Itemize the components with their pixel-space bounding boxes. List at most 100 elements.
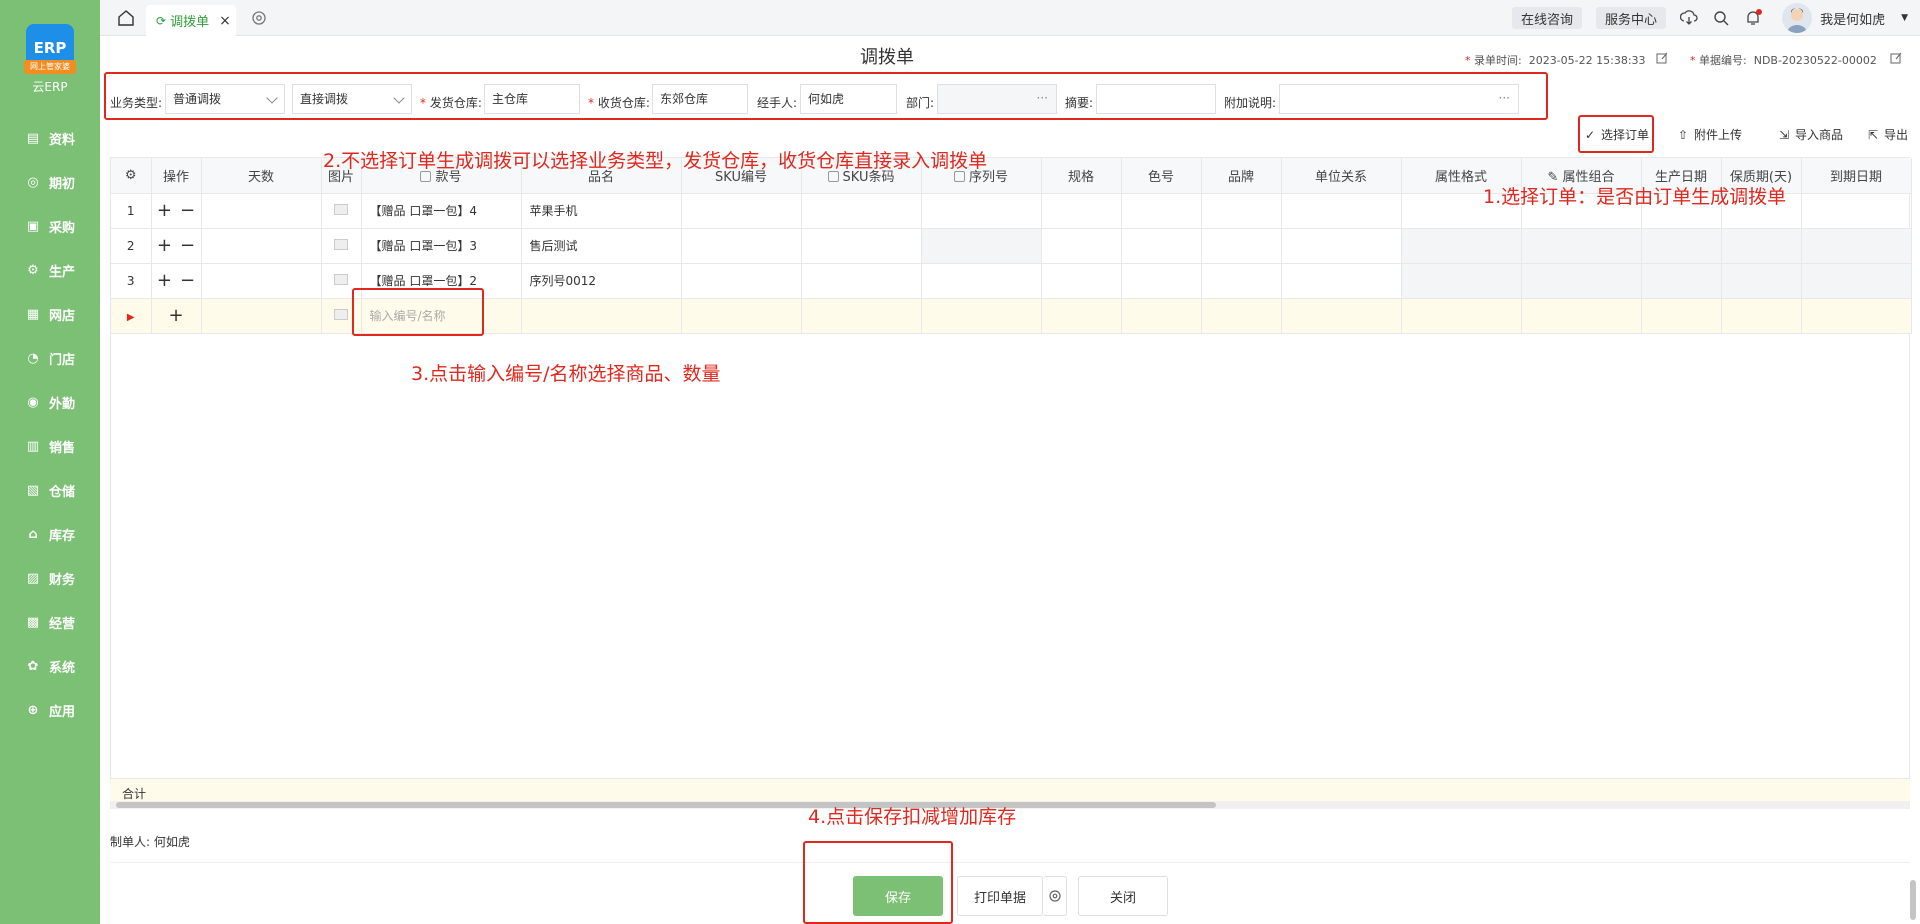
- service-center-button[interactable]: 服务中心: [1596, 7, 1667, 29]
- biz-type-select[interactable]: 普通调拨: [165, 84, 285, 114]
- remove-row-button[interactable]: −: [180, 270, 195, 291]
- dept-label: 部门:: [906, 96, 935, 110]
- dept-input[interactable]: ···: [937, 84, 1057, 114]
- tab-transfer-order[interactable]: ⟳ 调拨单 ×: [146, 5, 236, 36]
- image-placeholder-icon[interactable]: [334, 273, 348, 285]
- col-expiry: 到期日期: [1801, 158, 1912, 194]
- sidebar-item-field[interactable]: ◉ 外勤: [0, 380, 100, 424]
- save-button[interactable]: 保存: [853, 876, 943, 916]
- avatar[interactable]: [1782, 3, 1813, 33]
- summary-input[interactable]: [1096, 84, 1216, 114]
- search-icon[interactable]: [1712, 9, 1730, 27]
- warehouse-icon: ▧: [26, 482, 40, 498]
- form-row: 业务类型: 普通调拨 直接调拨 * 发货仓库: 主仓库 * 收货仓库: 东郊仓库…: [100, 84, 1900, 118]
- sidebar-item-operation[interactable]: ▩ 经营: [0, 600, 100, 644]
- gear-icon[interactable]: [250, 9, 268, 27]
- sidebar-item-warehouse[interactable]: ▧ 仓储: [0, 468, 100, 512]
- goods-search-input[interactable]: 输入编号/名称: [361, 298, 522, 334]
- operation-icon: ▩: [26, 614, 40, 630]
- vertical-scrollbar[interactable]: [1910, 880, 1916, 920]
- chevron-down-icon[interactable]: ▼: [1901, 13, 1908, 23]
- new-entry-row[interactable]: ▶ + 输入编号/名称: [111, 298, 1912, 334]
- summary-label: 摘要:: [1065, 96, 1094, 110]
- recv-warehouse-input[interactable]: 东郊仓库: [652, 84, 748, 114]
- cloud-download-icon[interactable]: [1680, 9, 1698, 27]
- app-name: 云ERP: [32, 80, 68, 94]
- field-icon: ◉: [27, 394, 39, 410]
- image-placeholder-icon[interactable]: [334, 308, 348, 320]
- biz-type-label: 业务类型:: [110, 96, 163, 110]
- current-row-indicator-icon: ▶: [126, 311, 135, 323]
- note-input[interactable]: ···: [1279, 84, 1519, 114]
- sidebar-item-purchase[interactable]: ▣ 采购: [0, 204, 100, 248]
- sidebar-item-sales[interactable]: ▥ 销售: [0, 424, 100, 468]
- import-icon: ⇲: [1778, 127, 1790, 142]
- annotation-4: 4.点击保存扣减增加库存: [808, 806, 1017, 828]
- sidebar-item-data[interactable]: ▤ 资料: [0, 116, 100, 160]
- upload-icon: ⇧: [1677, 127, 1689, 142]
- edit-icon[interactable]: [1890, 52, 1902, 64]
- top-bar: ⟳ 调拨单 × 在线咨询 服务中心 我是何如虎 ▼: [100, 0, 1920, 36]
- refresh-icon: ⟳: [156, 13, 167, 28]
- add-row-button[interactable]: +: [157, 270, 172, 291]
- store-icon: ▦: [26, 306, 40, 322]
- home-icon[interactable]: [116, 8, 136, 28]
- col-brand: 品牌: [1201, 158, 1282, 194]
- handler-label: 经手人:: [757, 96, 798, 110]
- annotation-1: 1.选择订单：是否由订单生成调拨单: [1483, 186, 1787, 208]
- sidebar-item-system[interactable]: ✿ 系统: [0, 644, 100, 688]
- chevron-down-icon: [266, 92, 278, 104]
- sidebar-item-apps[interactable]: ⊕ 应用: [0, 688, 100, 732]
- record-time: * 录单时间: 2023-05-22 15:38:33: [1465, 54, 1646, 67]
- table-row[interactable]: 2 + − 【赠品 口罩一包】3 售后测试: [111, 228, 1912, 264]
- column-settings-icon[interactable]: ⚙: [111, 158, 152, 194]
- print-button[interactable]: 打印单据: [957, 876, 1043, 916]
- finance-icon: ▨: [26, 570, 40, 586]
- pie-icon: ◔: [27, 350, 39, 366]
- chevron-down-icon: [393, 92, 405, 104]
- creator: 制单人: 何如虎: [110, 835, 190, 849]
- add-row-button[interactable]: +: [168, 305, 183, 326]
- attach-upload-button[interactable]: ⇧ 附件上传: [1676, 126, 1742, 143]
- gear-icon: ✿: [27, 658, 39, 674]
- export-button[interactable]: ⇱ 导出: [1866, 126, 1908, 143]
- edit-icon[interactable]: [1656, 52, 1668, 64]
- remove-row-button[interactable]: −: [180, 200, 195, 221]
- plus-icon: ⊕: [27, 702, 39, 718]
- import-goods-button[interactable]: ⇲ 导入商品: [1777, 126, 1843, 143]
- sidebar-item-online-store[interactable]: ▦ 网店: [0, 292, 100, 336]
- col-op: 操作: [151, 158, 202, 194]
- sum-row: 合计: [110, 778, 1910, 802]
- table-row[interactable]: 3 + − 【赠品 口罩一包】2 序列号0012: [111, 263, 1912, 299]
- sidebar-item-production[interactable]: ⚙ 生产: [0, 248, 100, 292]
- doc-number: * 单据编号: NDB-20230522-00002: [1690, 54, 1877, 67]
- ship-warehouse-input[interactable]: 主仓库: [484, 84, 580, 114]
- bottom-bar: 保存 打印单据 关闭: [110, 862, 1910, 924]
- page-title: 调拨单: [860, 47, 914, 68]
- print-settings-button[interactable]: [1043, 876, 1067, 916]
- sidebar-item-opening[interactable]: ◎ 期初: [0, 160, 100, 204]
- annotation-2: 2.不选择订单生成调拨可以选择业务类型，发货仓库，收货仓库直接录入调拨单: [323, 150, 988, 172]
- remove-row-button[interactable]: −: [180, 235, 195, 256]
- more-icon: ···: [1036, 91, 1048, 105]
- target-icon: ◎: [27, 174, 39, 190]
- close-button[interactable]: 关闭: [1078, 876, 1168, 916]
- add-row-button[interactable]: +: [157, 200, 172, 221]
- bell-icon[interactable]: [1744, 9, 1763, 27]
- sidebar-item-finance[interactable]: ▨ 财务: [0, 556, 100, 600]
- goods-table: ⚙ 操作 天数 图片 款号 品名 SKU编号 SKU条码 序列号 规格 色号 品…: [110, 157, 1912, 807]
- gear-icon: [1048, 890, 1061, 902]
- recv-wh-label: * 收货仓库:: [588, 96, 650, 110]
- online-consult-button[interactable]: 在线咨询: [1512, 7, 1583, 29]
- username[interactable]: 我是何如虎: [1820, 9, 1885, 28]
- sidebar-item-shop[interactable]: ◔ 门店: [0, 336, 100, 380]
- select-order-button[interactable]: ✓ 选择订单: [1583, 126, 1649, 143]
- handler-input[interactable]: 何如虎: [800, 84, 897, 114]
- transfer-mode-select[interactable]: 直接调拨: [292, 84, 412, 114]
- sidebar-item-inventory[interactable]: ⌂ 库存: [0, 512, 100, 556]
- scroll-thumb[interactable]: [116, 802, 1216, 808]
- add-row-button[interactable]: +: [157, 235, 172, 256]
- image-placeholder-icon[interactable]: [334, 203, 348, 215]
- image-placeholder-icon[interactable]: [334, 238, 348, 250]
- close-icon[interactable]: ×: [219, 13, 231, 29]
